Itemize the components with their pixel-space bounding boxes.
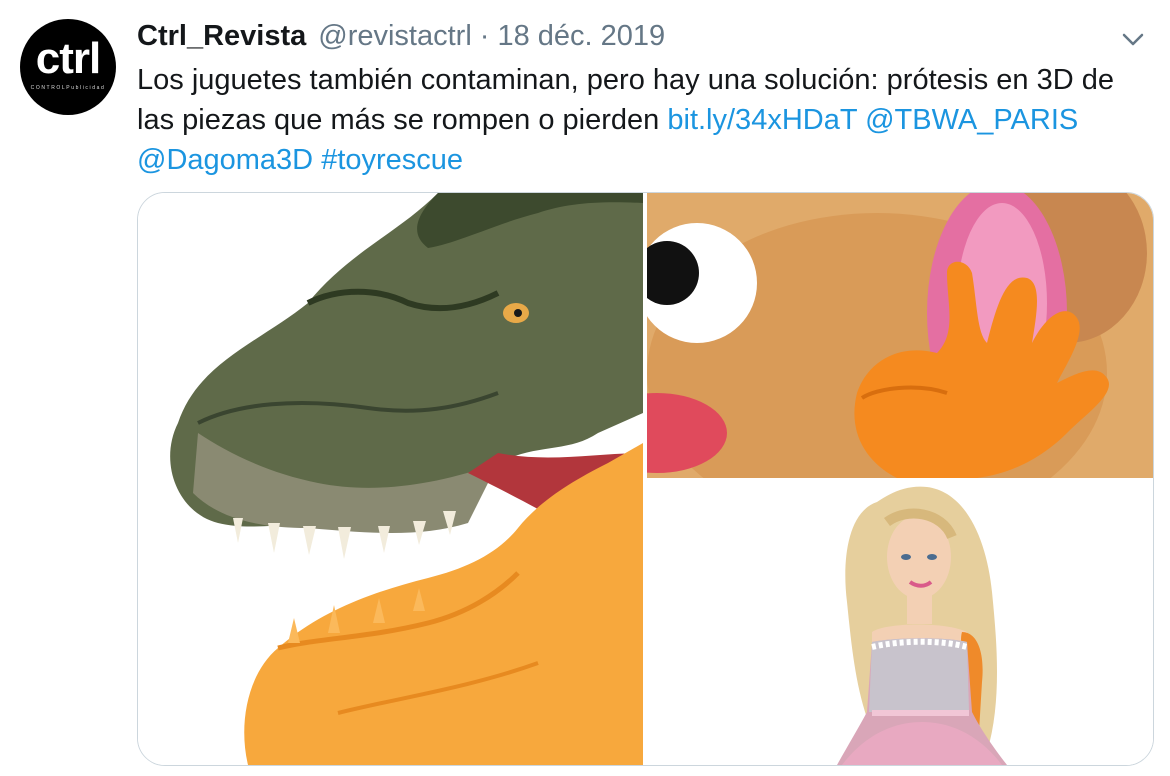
display-name[interactable]: Ctrl_Revista — [137, 20, 306, 53]
avatar-tagline: CONTROLPublicidad — [30, 85, 106, 91]
media-grid — [137, 192, 1154, 766]
media-image-trex[interactable] — [138, 193, 643, 765]
user-handle[interactable]: @revistactrl — [318, 20, 472, 53]
hashtag-toyrescue[interactable]: #toyrescue — [321, 144, 463, 176]
chevron-down-icon[interactable] — [1118, 24, 1148, 54]
media-image-potato-head[interactable] — [647, 193, 1153, 478]
avatar[interactable]: ctrl CONTROLPublicidad — [20, 19, 116, 115]
mention-tbwa-paris[interactable]: @TBWA_PARIS — [865, 104, 1078, 136]
tweet-text: Los juguetes también contaminan, pero ha… — [137, 60, 1147, 180]
tweet-header: Ctrl_Revista @revistactrl · 18 déc. 2019 — [137, 18, 665, 54]
header-separator: · — [479, 19, 490, 52]
short-url-link[interactable]: bit.ly/34xHDaT — [667, 104, 857, 136]
avatar-logo-text: ctrl — [35, 34, 101, 83]
tweet-date[interactable]: 18 déc. 2019 — [497, 20, 665, 53]
media-image-doll[interactable] — [647, 482, 1153, 765]
mention-dagoma3d[interactable]: @Dagoma3D — [137, 144, 313, 176]
